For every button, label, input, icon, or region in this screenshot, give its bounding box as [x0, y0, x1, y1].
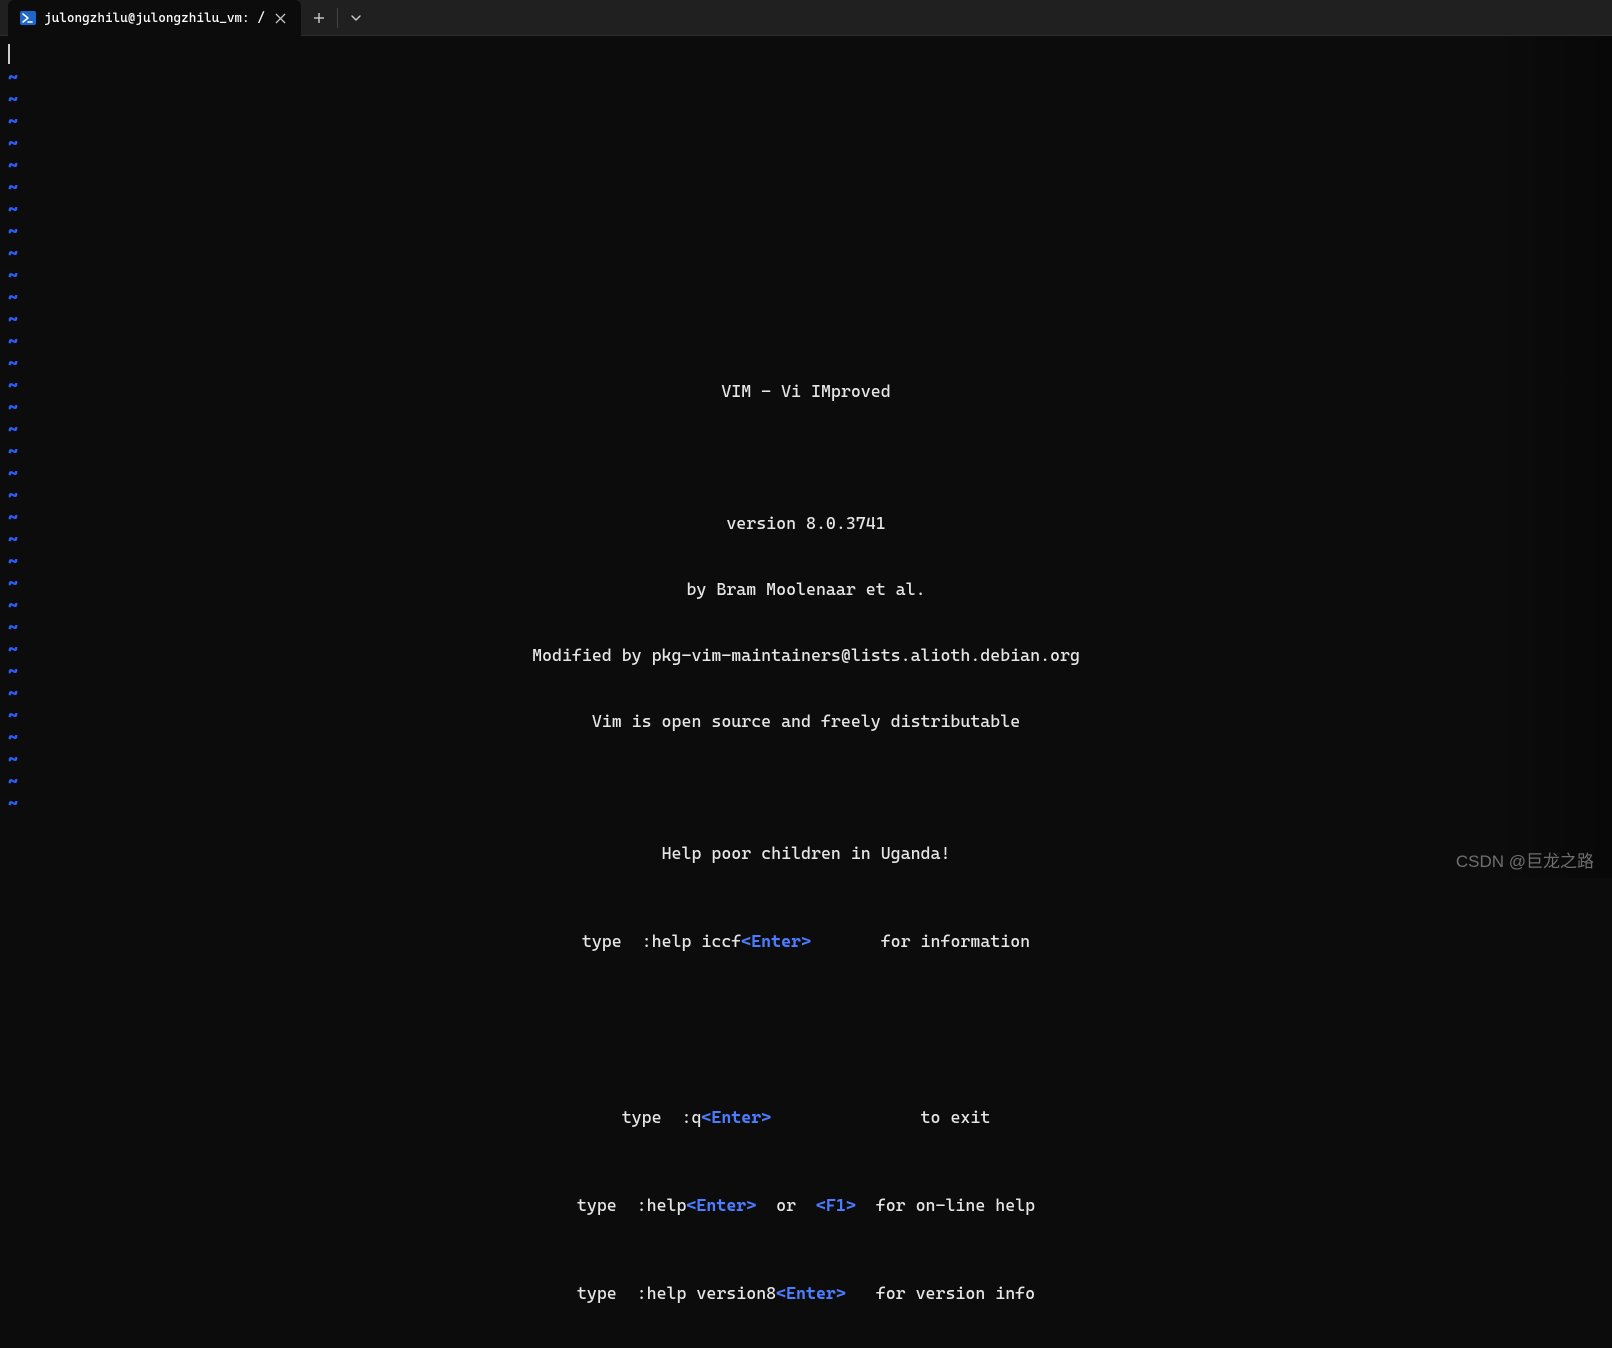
watermark: CSDN @巨龙之路	[1456, 847, 1594, 872]
enter-key-icon: <Enter>	[701, 1107, 771, 1127]
tab-strip: julongzhilu@julongzhilu_vm: /	[0, 0, 301, 36]
version-line: type :help version8<Enter> for version i…	[0, 1282, 1612, 1304]
text: for information	[811, 931, 1030, 951]
blank-line	[0, 1018, 1612, 1040]
help-line: type :help<Enter> or <F1> for on-line he…	[0, 1194, 1612, 1216]
text: to exit	[771, 1107, 990, 1127]
text: type :help	[577, 1195, 687, 1215]
vim-modified: Modified by pkg-vim-maintainers@lists.al…	[0, 644, 1612, 666]
tab-terminal[interactable]: julongzhilu@julongzhilu_vm: /	[8, 0, 301, 36]
blank-line	[0, 776, 1612, 798]
powershell-icon	[20, 10, 36, 26]
text: for on-line help	[856, 1195, 1035, 1215]
enter-key-icon: <Enter>	[741, 931, 811, 951]
tab-dropdown-button[interactable]	[338, 0, 374, 36]
terminal-viewport[interactable]: ~ ~ ~ ~ ~ ~ ~ ~ ~ ~ ~ ~ ~ ~ ~ ~ ~ ~ ~ ~ …	[0, 36, 1612, 878]
vim-version: version 8.0.3741	[0, 512, 1612, 534]
vim-splash: VIM - Vi IMproved version 8.0.3741 by Br…	[0, 336, 1612, 1348]
enter-key-icon: <Enter>	[686, 1195, 756, 1215]
text: or	[756, 1195, 816, 1215]
vim-author: by Bram Moolenaar et al.	[0, 578, 1612, 600]
f1-key-icon: <F1>	[816, 1195, 856, 1215]
tab-title: julongzhilu@julongzhilu_vm: /	[44, 11, 265, 26]
vim-charity: Help poor children in Uganda!	[0, 842, 1612, 864]
text: type :q	[622, 1107, 702, 1127]
text: type :help version8	[577, 1283, 776, 1303]
quit-line: type :q<Enter> to exit	[0, 1106, 1612, 1128]
new-tab-button[interactable]	[301, 0, 337, 36]
window-titlebar: julongzhilu@julongzhilu_vm: /	[0, 0, 1612, 36]
vim-title: VIM - Vi IMproved	[0, 380, 1612, 402]
text: for version info	[846, 1283, 1035, 1303]
blank-line	[0, 446, 1612, 468]
vim-license: Vim is open source and freely distributa…	[0, 710, 1612, 732]
text: type :help iccf	[582, 931, 741, 951]
close-icon[interactable]	[273, 10, 289, 26]
enter-key-icon: <Enter>	[776, 1283, 846, 1303]
help-iccf-line: type :help iccf<Enter> for information	[0, 930, 1612, 952]
